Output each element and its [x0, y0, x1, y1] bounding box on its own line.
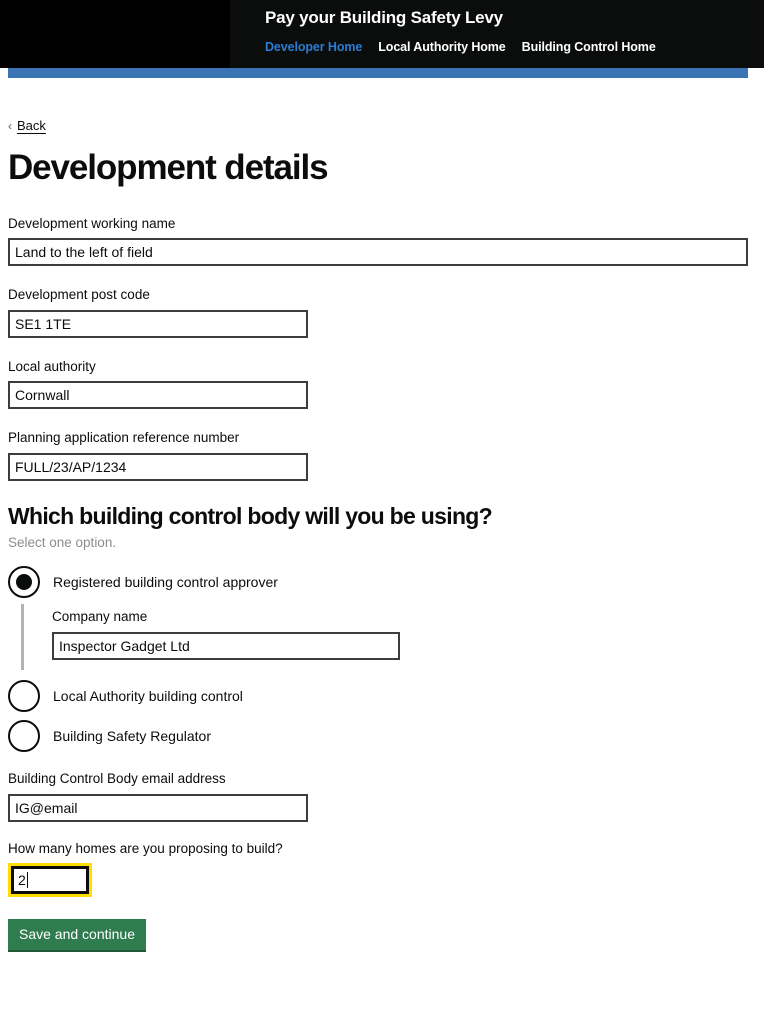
back-link-label: Back: [17, 118, 46, 133]
input-homes-count-value: 2: [18, 872, 26, 889]
text-caret: [26, 872, 28, 889]
field-group-homes-count: How many homes are you proposing to buil…: [8, 840, 764, 898]
field-group-working-name: Development working name: [8, 215, 764, 267]
nav-link-developer-home[interactable]: Developer Home: [265, 40, 362, 54]
service-title: Pay your Building Safety Levy: [265, 8, 503, 27]
field-group-planning-reference: Planning application reference number: [8, 429, 764, 481]
nav-link-local-authority-home[interactable]: Local Authority Home: [378, 40, 506, 54]
radio-unselected-icon[interactable]: [8, 679, 40, 712]
field-group-local-authority: Local authority: [8, 358, 764, 410]
input-bcb-email[interactable]: [8, 793, 308, 822]
input-homes-count[interactable]: 2: [11, 866, 89, 895]
radio-label-building-safety-regulator: Building Safety Regulator: [53, 727, 211, 744]
radio-label-registered-approver: Registered building control approver: [53, 574, 278, 591]
radio-option-building-safety-regulator[interactable]: Building Safety Regulator: [0, 716, 764, 756]
field-group-post-code: Development post code: [8, 286, 764, 338]
input-planning-reference[interactable]: [8, 452, 308, 481]
site-masthead: Pay your Building Safety Levy Developer …: [0, 0, 764, 68]
primary-navigation: Developer Home Local Authority Home Buil…: [265, 40, 656, 54]
nav-link-building-control-home[interactable]: Building Control Home: [522, 40, 656, 54]
conditional-reveal-company-name: Company name: [21, 604, 764, 670]
label-local-authority: Local authority: [8, 358, 96, 374]
radio-label-local-authority: Local Authority building control: [53, 687, 243, 704]
save-and-continue-button[interactable]: Save and continue: [8, 919, 146, 953]
input-company-name[interactable]: [52, 631, 400, 660]
accent-bar: [8, 68, 748, 78]
radio-option-local-authority[interactable]: Local Authority building control: [0, 676, 764, 716]
radio-selected-icon[interactable]: [8, 566, 40, 599]
radio-group-building-control: Registered building control approver Com…: [0, 562, 764, 756]
back-link[interactable]: ‹ Back: [8, 118, 46, 133]
input-working-name[interactable]: [8, 238, 748, 267]
label-planning-reference: Planning application reference number: [8, 430, 240, 446]
label-post-code: Development post code: [8, 287, 150, 303]
label-company-name: Company name: [52, 609, 148, 625]
main-content: ‹ Back Development details Development w…: [0, 78, 764, 953]
building-control-heading: Which building control body will you be …: [8, 502, 493, 529]
page-title: Development details: [8, 148, 329, 187]
chevron-left-icon: ‹: [8, 119, 12, 133]
radio-option-registered-approver[interactable]: Registered building control approver: [0, 562, 764, 602]
label-bcb-email: Building Control Body email address: [8, 770, 226, 786]
input-post-code[interactable]: [8, 309, 308, 338]
label-working-name: Development working name: [8, 215, 176, 231]
focus-ring: 2: [8, 863, 92, 898]
field-group-bcb-email: Building Control Body email address: [8, 770, 764, 822]
label-homes-count: How many homes are you proposing to buil…: [8, 840, 283, 856]
building-control-hint: Select one option.: [8, 535, 117, 551]
radio-unselected-icon[interactable]: [8, 719, 40, 752]
input-local-authority[interactable]: [8, 381, 308, 410]
